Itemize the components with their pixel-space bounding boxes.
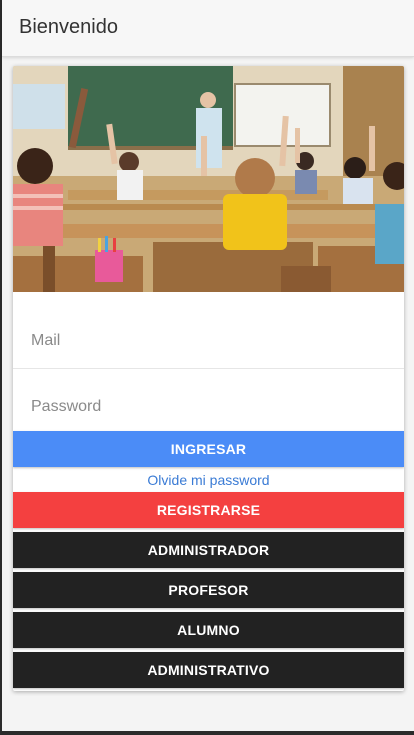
role-button-administrativo[interactable]: ADMINISTRATIVO	[13, 652, 404, 688]
login-card: INGRESAR Olvide mi password REGISTRARSE …	[13, 66, 404, 691]
page-title: Bienvenido	[19, 16, 118, 38]
password-input[interactable]	[29, 380, 393, 434]
role-button-alumno[interactable]: ALUMNO	[13, 612, 404, 648]
login-button[interactable]: INGRESAR	[13, 431, 404, 467]
role-button-administrador[interactable]: ADMINISTRADOR	[13, 532, 404, 568]
window-edge-bottom	[0, 731, 414, 735]
classroom-photo	[13, 66, 404, 292]
forgot-password-link[interactable]: Olvide mi password	[13, 472, 404, 490]
password-field	[13, 380, 404, 435]
window-edge	[0, 0, 2, 735]
app-header: Bienvenido	[2, 0, 414, 57]
mail-field	[13, 314, 404, 369]
register-button[interactable]: REGISTRARSE	[13, 492, 404, 528]
mail-input[interactable]	[29, 314, 393, 368]
role-button-profesor[interactable]: PROFESOR	[13, 572, 404, 608]
